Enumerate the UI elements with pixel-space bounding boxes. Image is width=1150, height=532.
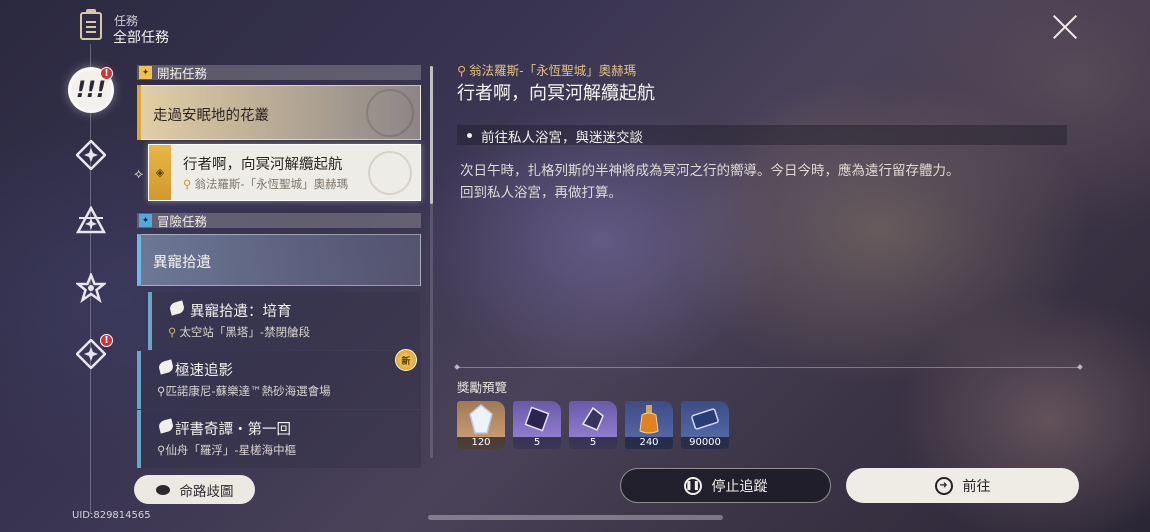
quest-card-q5[interactable]: 評書奇譚・第一回 ⚲仙舟「羅浮」-星槎海中樞 (137, 410, 421, 468)
reward-qty: 120 (457, 437, 505, 449)
quest-card-q1[interactable]: 走過安眠地的花叢 (137, 85, 421, 140)
quest-location: ⚲ 翁法羅斯-「永恆聖城」奧赫瑪 (183, 176, 348, 192)
section-label: 冒險任務 (157, 214, 208, 229)
quest-card-q2-selected[interactable]: ◈ 行者啊，向冥河解纜起航 ⚲ 翁法羅斯-「永恆聖城」奧赫瑪 (148, 144, 421, 201)
location-text: 翁法羅斯-「永恆聖城」奧赫瑪 (194, 177, 349, 191)
map-icon (155, 484, 170, 495)
category-companion-button[interactable] (71, 201, 111, 241)
location-pin-icon: ⚲ (183, 177, 192, 191)
divider (457, 367, 1080, 368)
section-label: 開拓任務 (157, 66, 208, 81)
pause-icon: ❚❚ (683, 476, 702, 495)
accent-bar (137, 351, 141, 409)
location-text: 匹諾康尼-蘇樂達™熱砂海選會場 (165, 384, 331, 398)
location-text: 翁法羅斯-「永恆聖城」奧赫瑪 (469, 63, 637, 78)
reward-item[interactable]: 5 (513, 401, 561, 449)
detail-title: 行者啊，向冥河解纜起航 (457, 83, 655, 104)
quest-location: ⚲仙舟「羅浮」-星槎海中樞 (157, 442, 296, 458)
exp-material-icon (625, 401, 673, 437)
button-label: 命路歧圖 (179, 483, 234, 500)
star-icon (76, 273, 106, 303)
credits-icon (681, 401, 729, 437)
description-line: 次日午時，扎格列斯的半神將成為冥河之行的嚮導。今日今時，應為遠行留存體力。 (460, 163, 960, 179)
close-icon[interactable] (1052, 14, 1078, 40)
reward-item[interactable]: 120 (457, 401, 505, 449)
bottom-scrollbar[interactable] (428, 515, 723, 520)
category-trailblaze-button[interactable] (71, 135, 111, 175)
quest-location: ⚲匹諾康尼-蘇樂達™熱砂海選會場 (157, 383, 331, 399)
objective-text: 前往私人浴宮，與迷迷交談 (481, 130, 643, 146)
diamond-star-icon (76, 140, 106, 170)
reward-item[interactable]: 240 (625, 401, 673, 449)
accent-bar (137, 410, 141, 468)
description-line: 回到私人浴宮，再做打算。 (460, 185, 622, 201)
quest-group-title: 異寵拾遺 (153, 255, 211, 271)
leaf-icon (168, 300, 186, 316)
quest-location: ⚲ 太空站「黑塔」-禁閉艙段 (168, 324, 310, 340)
quest-group-card[interactable]: 異寵拾遺 (137, 234, 421, 286)
quest-card-q4[interactable]: 極速追影 ⚲匹諾康尼-蘇樂達™熱砂海選會場 新 (137, 349, 421, 409)
leaf-icon (157, 359, 175, 375)
bullet-icon (467, 133, 472, 138)
quest-title: 異寵拾遺：培育 (190, 304, 292, 320)
reward-qty: 90000 (681, 437, 729, 449)
location-text: 仙舟「羅浮」-星槎海中樞 (165, 443, 297, 457)
path-map-button[interactable]: 命路歧圖 (134, 475, 255, 504)
page-title: 全部任務 (113, 30, 169, 46)
reward-qty: 240 (625, 437, 673, 449)
triangle-star-icon (76, 206, 106, 234)
relic-material-icon (569, 401, 617, 437)
button-label: 停止追蹤 (711, 478, 768, 495)
quest-log-icon (80, 9, 102, 40)
stellar-jade-icon (457, 401, 505, 437)
go-button[interactable]: ➜ 前往 (846, 468, 1079, 503)
quest-title: 走過安眠地的花叢 (153, 108, 269, 124)
section-adventure-header: ✦ 冒險任務 (137, 213, 421, 229)
rewards-label: 獎勵預覽 (457, 380, 508, 395)
section-trailblaze-header: ✦ 開拓任務 (137, 65, 421, 81)
quest-description: 次日午時，扎格列斯的半神將成為冥河之行的嚮導。今日今時，應為遠行留存體力。 回到… (460, 160, 1060, 204)
quest-objective: 前往私人浴宮，與迷迷交談 (457, 125, 1067, 146)
category-adventure-button[interactable] (71, 268, 111, 308)
trailblaze-icon: ◈ (149, 145, 171, 200)
exclamation-icon: !!! (75, 77, 107, 103)
location-pin-icon: ⚲ (457, 63, 467, 78)
leaf-icon (157, 418, 175, 434)
quest-title: 評書奇譚・第一回 (175, 422, 291, 438)
arrow-right-icon: ➜ (934, 476, 953, 495)
location-text: 太空站「黑塔」-禁閉艙段 (179, 325, 311, 339)
reward-item[interactable]: 5 (569, 401, 617, 449)
quest-title: 極速追影 (175, 363, 233, 379)
trailblaze-icon: ✦ (139, 66, 152, 79)
reward-qty: 5 (569, 437, 617, 449)
selected-indicator-icon: ⟡ (134, 166, 144, 182)
reward-item[interactable]: 90000 (681, 401, 729, 449)
quest-emblem-icon (368, 151, 412, 195)
adventure-icon: ✦ (139, 214, 152, 227)
detail-location: ⚲ 翁法羅斯-「永恆聖城」奧赫瑪 (457, 60, 636, 79)
purple-material-icon (513, 401, 561, 437)
list-scrollbar-thumb[interactable] (430, 66, 433, 204)
quest-emblem-icon (366, 89, 414, 137)
quest-title: 行者啊，向冥河解纜起航 (183, 157, 343, 173)
quest-card-q3[interactable]: 異寵拾遺：培育 ⚲ 太空站「黑塔」-禁閉艙段 (148, 292, 420, 350)
button-label: 前往 (962, 478, 991, 495)
notification-badge: ! (100, 67, 113, 80)
reward-qty: 5 (513, 437, 561, 449)
location-pin-icon: ⚲ (168, 325, 177, 339)
notification-badge: ! (100, 334, 113, 347)
user-id: UID:829814565 (72, 510, 151, 521)
new-badge: 新 (395, 349, 417, 371)
accent-bar (148, 292, 152, 350)
stop-tracking-button[interactable]: ❚❚ 停止追蹤 (620, 468, 831, 503)
